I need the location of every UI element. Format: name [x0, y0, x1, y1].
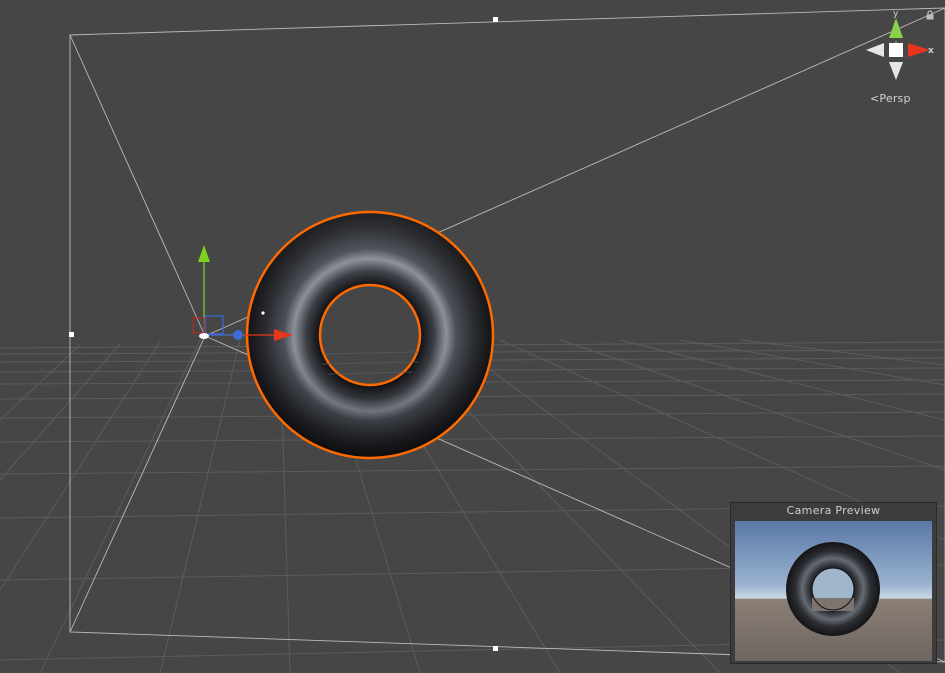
camera-preview-panel: Camera Preview: [730, 502, 937, 664]
gizmo-x-label: x: [928, 46, 934, 56]
move-y-handle[interactable]: [198, 245, 210, 262]
camera-preview-render: [735, 521, 932, 661]
camera-origin-icon: [199, 333, 209, 339]
orientation-gizmo[interactable]: y x: [866, 9, 934, 80]
chevron-left-icon: <: [870, 92, 880, 105]
projection-label: Persp: [879, 92, 911, 105]
gizmo-neg-y-cone: [889, 62, 903, 80]
scene-view[interactable]: y x <Persp Camera Preview: [0, 0, 945, 673]
gizmo-x-cone: [908, 43, 930, 57]
move-plane-xy-handle: [204, 315, 224, 335]
move-z-handle[interactable]: [233, 330, 243, 340]
camera-target-dot: [261, 311, 265, 315]
camera-preview-title: Camera Preview: [786, 504, 881, 517]
gizmo-center-cube: [889, 43, 903, 57]
lock-icon[interactable]: [925, 10, 935, 20]
gizmo-neg-x-cone: [866, 43, 884, 57]
projection-toggle[interactable]: <Persp: [870, 92, 911, 105]
gizmo-y-label: y: [893, 9, 899, 19]
